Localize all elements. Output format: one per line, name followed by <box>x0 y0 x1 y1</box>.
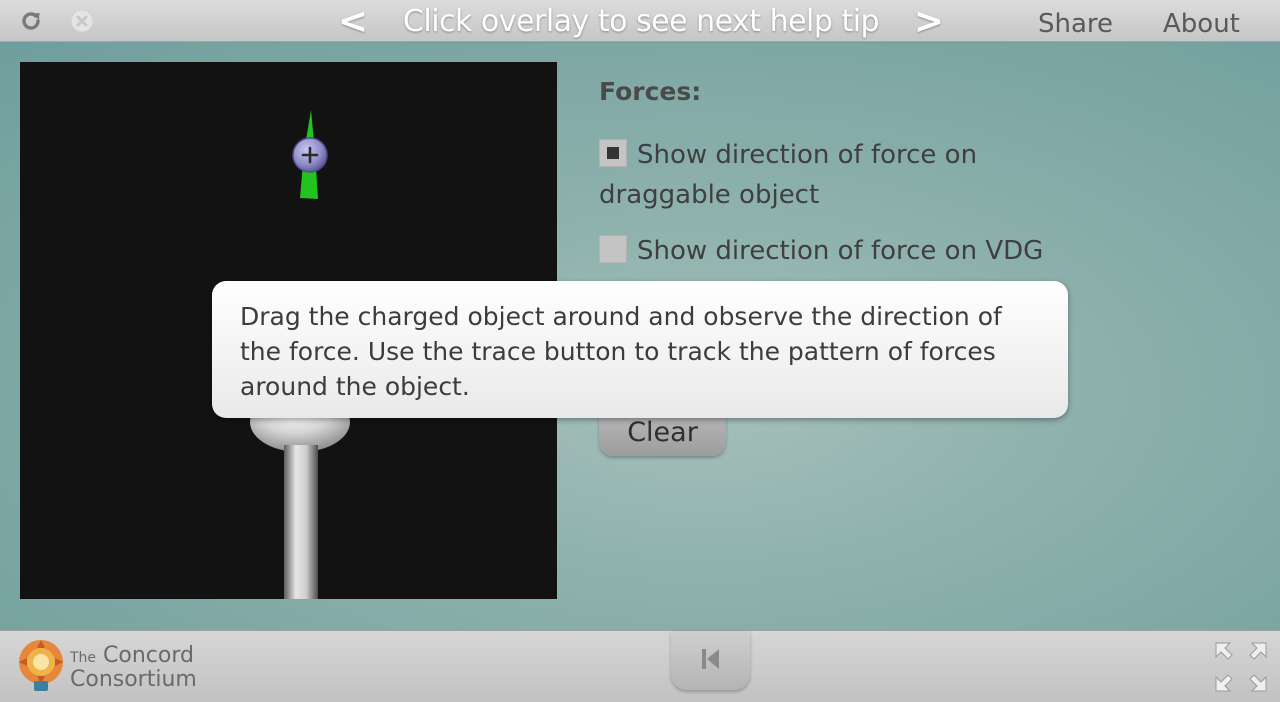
next-tip-arrow[interactable]: > <box>912 2 946 42</box>
reset-to-start-button[interactable] <box>671 631 750 690</box>
reset-to-start-icon <box>700 646 722 676</box>
logo-the: The <box>70 650 97 666</box>
help-tip-navigation[interactable]: < Click overlay to see next help tip > <box>336 2 946 42</box>
vdg-pole <box>284 445 318 599</box>
help-tip-overlay[interactable]: Drag the charged object around and obser… <box>212 281 1068 418</box>
logo-line1: Concord <box>103 643 194 668</box>
checkbox-force-vdg[interactable] <box>599 235 627 263</box>
checkbox-force-draggable[interactable] <box>599 139 627 167</box>
concord-logo: The Concord Consortium <box>70 645 197 691</box>
close-icon[interactable] <box>69 8 95 34</box>
previous-tip-arrow[interactable]: < <box>336 2 370 42</box>
help-tip-prompt[interactable]: Click overlay to see next help tip <box>403 2 880 42</box>
draggable-charge[interactable] <box>292 137 328 173</box>
checkbox-label-draggable: Show direction of force on draggable obj… <box>599 140 978 210</box>
forces-heading: Forces: <box>599 77 702 106</box>
top-bar: < Click overlay to see next help tip > S… <box>0 0 1280 42</box>
share-link[interactable]: Share <box>1038 8 1113 40</box>
checkbox-row-draggable[interactable]: Show direction of force on draggable obj… <box>599 135 1059 215</box>
reload-icon[interactable] <box>18 8 44 34</box>
concord-logo-icon <box>14 637 68 697</box>
checkbox-label-vdg: Show direction of force on VDG <box>637 236 1044 266</box>
help-tip-text: Drag the charged object around and obser… <box>240 302 1002 401</box>
checkbox-row-vdg[interactable]: Show direction of force on VDG <box>599 231 1059 271</box>
fullscreen-icon[interactable] <box>1214 641 1268 693</box>
bottom-bar: The Concord Consortium <box>0 630 1280 702</box>
about-link[interactable]: About <box>1163 8 1240 40</box>
logo-line2: Consortium <box>70 667 197 692</box>
